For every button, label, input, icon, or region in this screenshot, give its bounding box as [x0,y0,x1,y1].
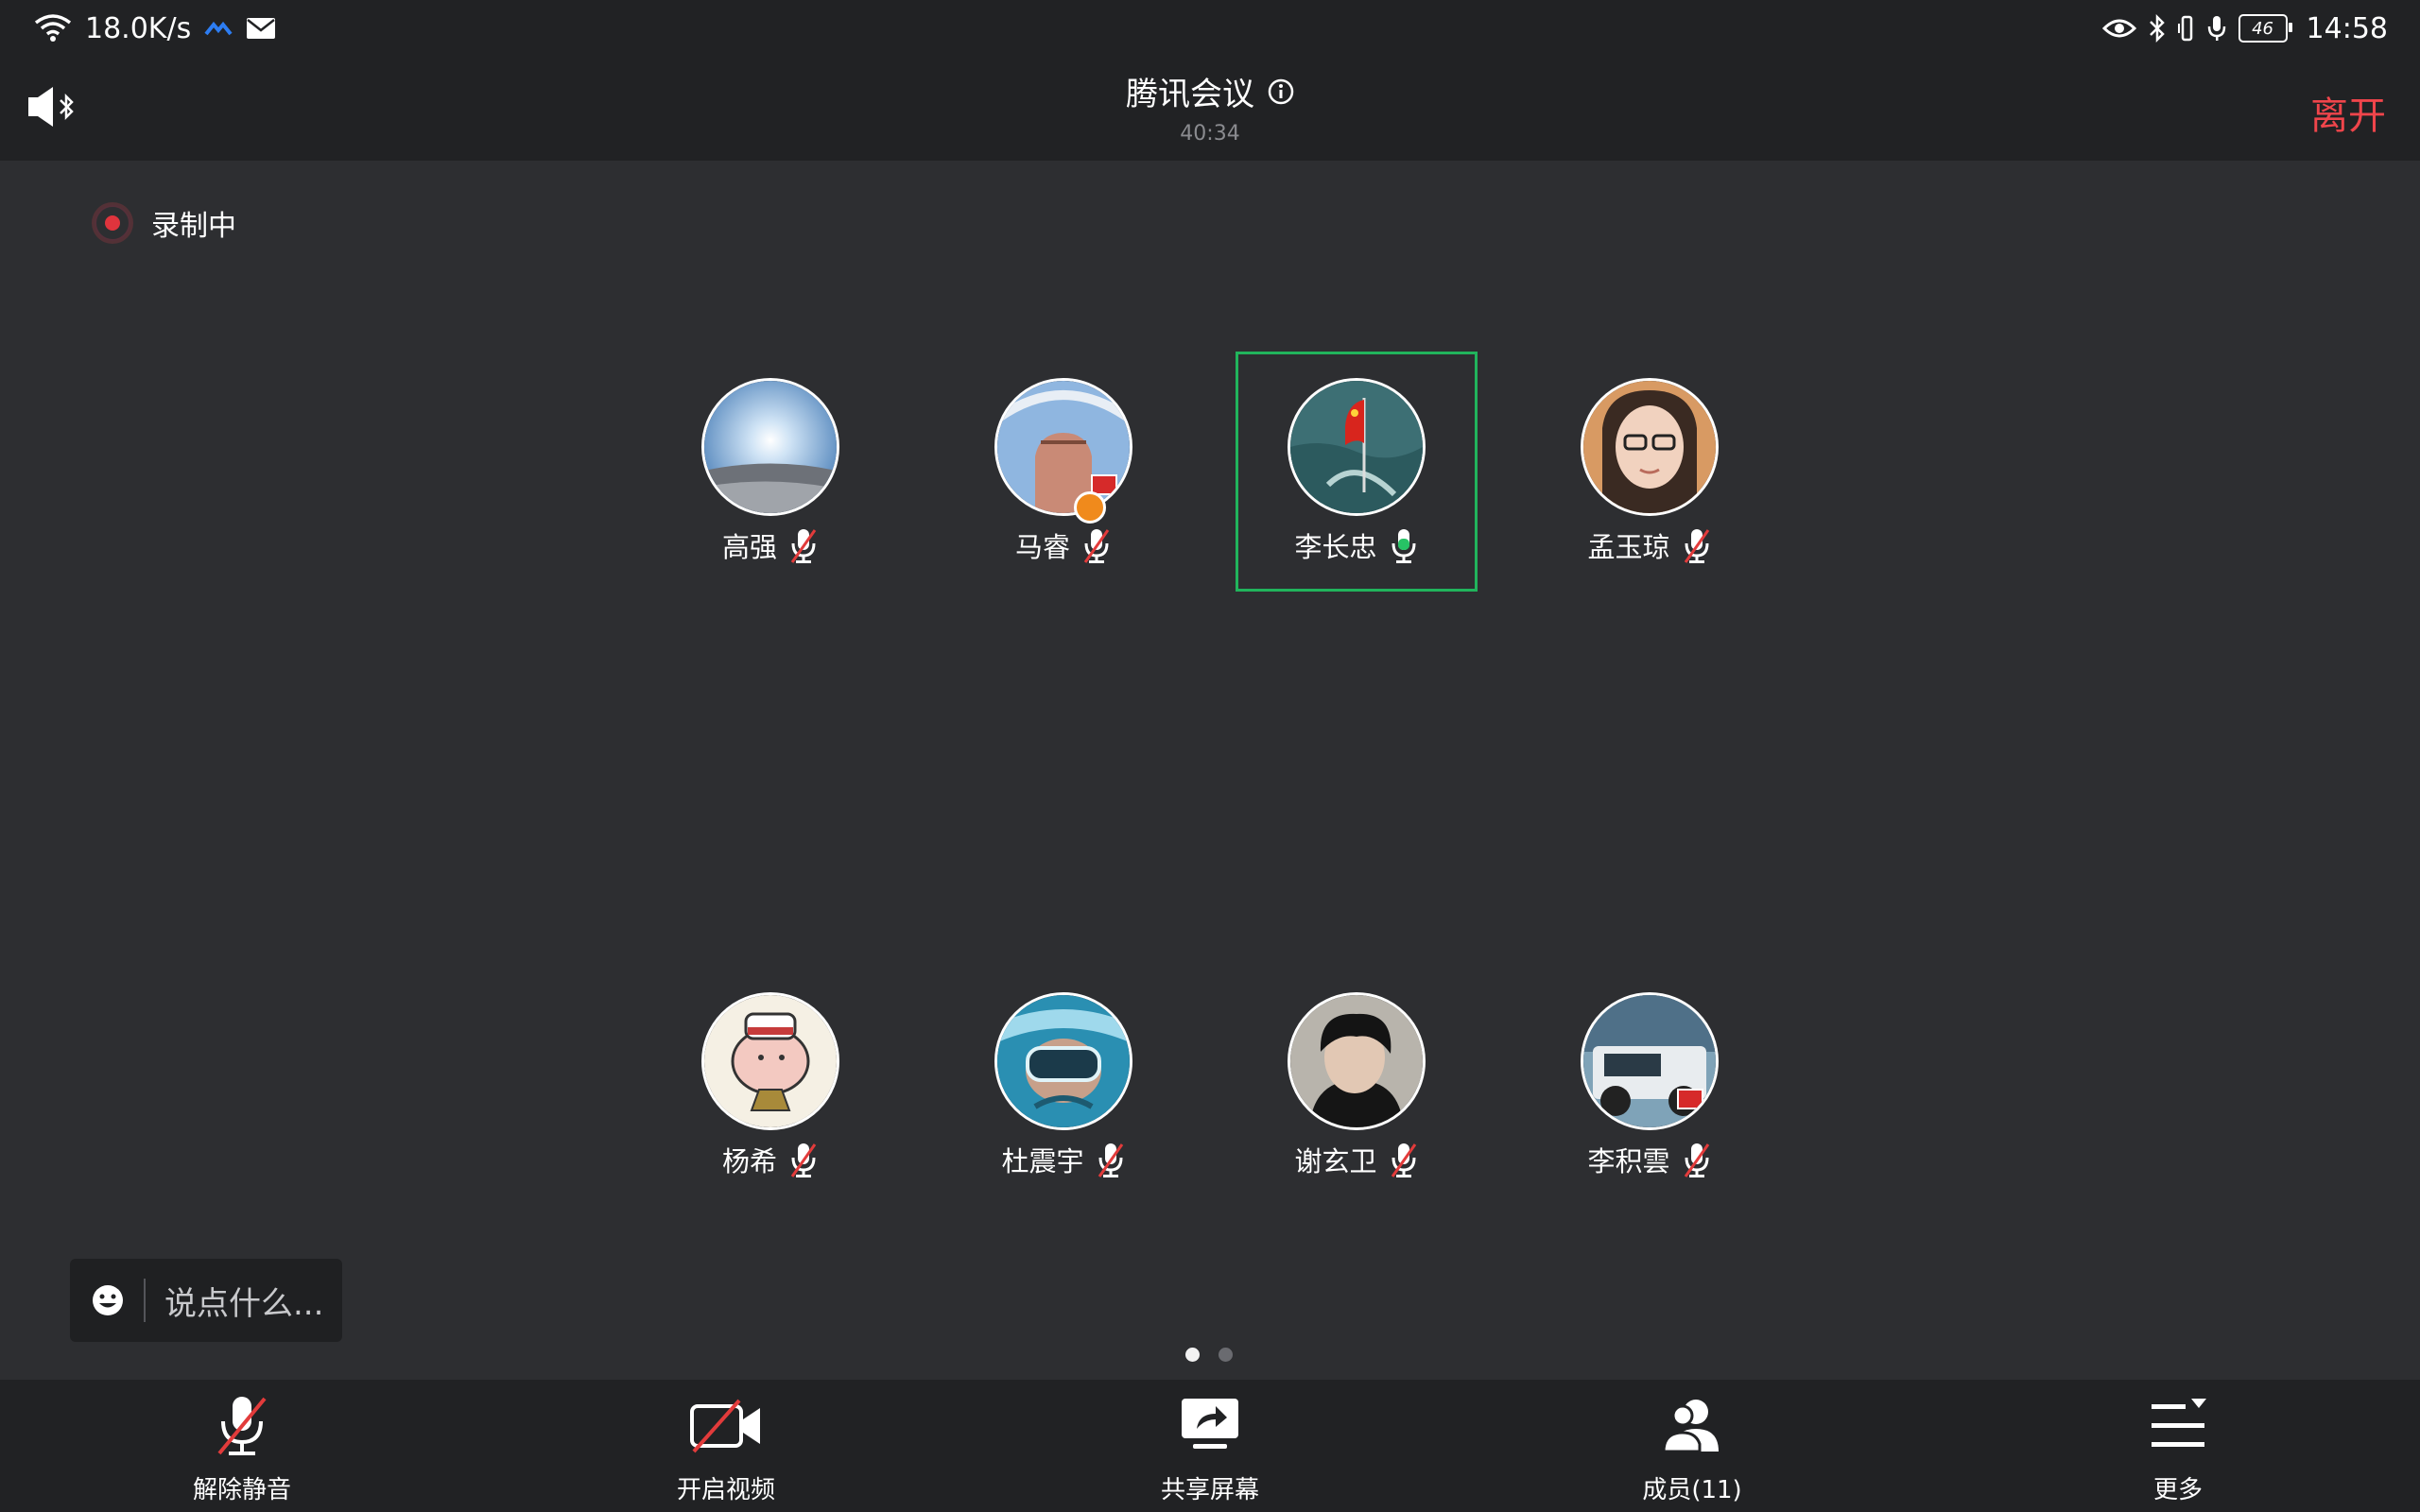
unmute-button[interactable]: 解除静音 [138,1380,346,1512]
participant-tile[interactable]: 李积雲 [1531,966,1768,1202]
start-video-label: 开启视频 [676,1476,775,1504]
eye-icon [2101,19,2136,38]
participant-name: 高强 [721,531,777,563]
more-menu-icon [2152,1399,2206,1447]
members-label: 成员(11) [1642,1476,1742,1504]
page-indicator [1185,1348,1233,1362]
avatar [1581,992,1719,1130]
share-screen-icon [1182,1399,1238,1449]
avatar [701,992,839,1130]
members-button[interactable]: 成员(11) [1588,1380,1796,1512]
start-video-button[interactable]: 开启视频 [622,1380,830,1512]
avatar [994,378,1132,516]
divider [144,1279,146,1322]
clock-time: 14:58 [2306,11,2388,45]
participant-name: 谢玄卫 [1294,1145,1377,1177]
meeting-app-icon [204,21,233,36]
network-speed: 18.0K/s [85,11,192,45]
status-bar: 18.0K/s 46 14:58 [0,0,2420,57]
recording-label: 录制中 [151,210,236,243]
unmute-label: 解除静音 [192,1476,291,1504]
mic-muted-icon [1081,526,1112,564]
page-dot-2[interactable] [1219,1348,1233,1362]
chat-input[interactable]: 说点什么... [70,1259,342,1342]
participant-name: 杨希 [721,1145,777,1177]
participant-tile[interactable]: 李长忠 [1238,352,1475,588]
participant-tile[interactable]: 孟玉琼 [1531,352,1768,588]
participant-name: 李长忠 [1294,531,1377,563]
participant-tile[interactable]: 高强 [652,352,889,588]
recording-indicator: 录制中 [95,202,236,244]
video-off-icon [690,1399,760,1453]
mail-icon [247,18,276,39]
info-icon[interactable] [1268,78,1294,105]
leave-button[interactable]: 离开 [2310,85,2386,140]
bottom-toolbar: 解除静音 开启视频 共享屏幕 成员(11) 更多 [0,1380,2420,1512]
avatar [994,992,1132,1130]
mic-muted-icon [1096,1141,1126,1178]
mic-muted-icon [788,1141,819,1178]
participant-tile[interactable]: 马睿 [945,352,1182,588]
emoji-icon[interactable] [91,1283,125,1317]
participant-name: 孟玉琼 [1587,531,1670,563]
participant-name: 杜震宇 [1001,1145,1084,1177]
participant-tile[interactable]: 杨希 [652,966,889,1202]
mic-active-icon [1389,526,1419,564]
battery-icon: 46 [2238,14,2292,43]
meeting-timer: 40:34 [1180,122,1240,146]
mic-muted-icon [217,1397,267,1455]
meeting-title: 腾讯会议 [1126,76,1254,113]
mic-muted-icon [788,526,819,564]
participant-tile[interactable]: 谢玄卫 [1238,966,1475,1202]
participant-name: 李积雲 [1587,1145,1670,1177]
bluetooth-icon [2149,14,2165,43]
participant-name: 马睿 [1014,531,1070,563]
avatar [1288,378,1426,516]
avatar [701,378,839,516]
mic-muted-icon [1682,526,1712,564]
wifi-icon [34,14,72,42]
mic-muted-icon [1682,1141,1712,1178]
share-screen-button[interactable]: 共享屏幕 [1106,1380,1314,1512]
microphone-status-icon [2207,16,2225,41]
participant-tile[interactable]: 杜震宇 [945,966,1182,1202]
mic-muted-icon [1389,1141,1419,1178]
vibrate-icon [2177,15,2192,42]
more-button[interactable]: 更多 [2074,1380,2282,1512]
avatar [1288,992,1426,1130]
share-screen-label: 共享屏幕 [1160,1476,1259,1504]
recording-dot-icon [95,205,130,241]
chat-placeholder: 说点什么... [164,1284,324,1323]
more-label: 更多 [2152,1476,2203,1504]
members-icon [1662,1400,1719,1453]
meeting-header: 腾讯会议 40:34 离开 [0,57,2420,161]
avatar [1581,378,1719,516]
page-dot-1[interactable] [1185,1348,1200,1362]
host-badge-icon [1074,491,1106,524]
